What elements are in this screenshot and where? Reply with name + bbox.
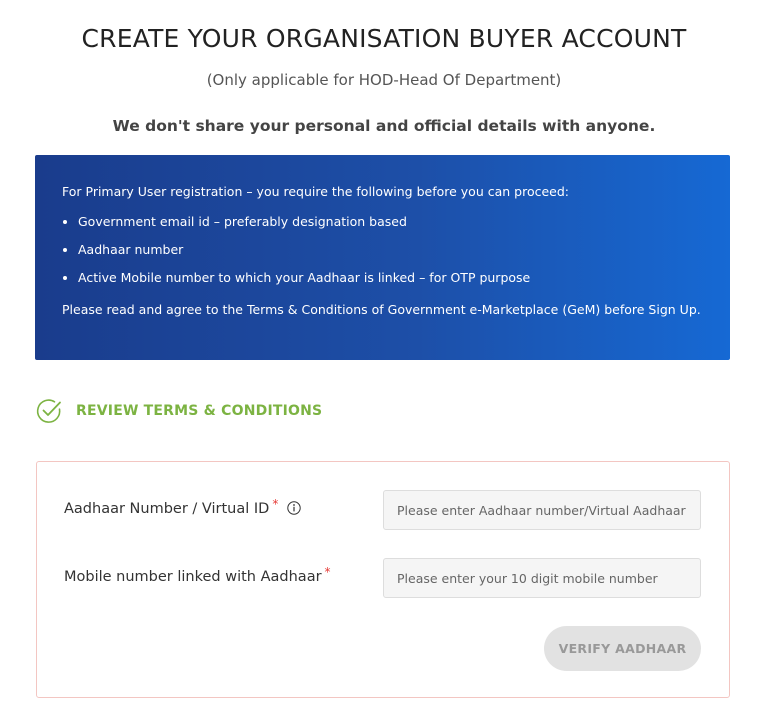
- required-asterisk: *: [324, 565, 331, 579]
- requirement-item: Aadhaar number: [78, 241, 730, 259]
- mobile-number-input[interactable]: [383, 558, 701, 598]
- requirements-list: Government email id – preferably designa…: [62, 213, 730, 287]
- page-subtitle: (Only applicable for HOD-Head Of Departm…: [206, 71, 562, 89]
- review-terms-link[interactable]: REVIEW TERMS & CONDITIONS: [35, 396, 322, 426]
- privacy-note: We don't share your personal and officia…: [112, 117, 656, 135]
- aadhaar-field-label: Aadhaar Number / Virtual ID *: [64, 497, 302, 517]
- aadhaar-number-input[interactable]: [383, 490, 701, 530]
- requirements-intro: For Primary User registration – you requ…: [62, 184, 569, 199]
- requirements-info-box: For Primary User registration – you requ…: [35, 155, 730, 360]
- terms-note: Please read and agree to the Terms & Con…: [62, 302, 701, 317]
- info-icon[interactable]: [287, 501, 302, 515]
- page-title: CREATE YOUR ORGANISATION BUYER ACCOUNT: [81, 24, 687, 53]
- page: CREATE YOUR ORGANISATION BUYER ACCOUNT (…: [0, 0, 768, 708]
- required-asterisk: *: [272, 497, 279, 511]
- requirement-item: Government email id – preferably designa…: [78, 213, 730, 231]
- mobile-field-label: Mobile number linked with Aadhaar *: [64, 565, 331, 585]
- requirement-item: Active Mobile number to which your Aadha…: [78, 269, 730, 287]
- mobile-label-text: Mobile number linked with Aadhaar: [64, 569, 322, 585]
- aadhaar-form-card: Aadhaar Number / Virtual ID* Mobile numb…: [36, 461, 730, 698]
- review-terms-label: REVIEW TERMS & CONDITIONS: [76, 403, 323, 419]
- aadhaar-label-text: Aadhaar Number / Virtual ID: [64, 501, 270, 517]
- check-circle-icon: [35, 397, 63, 425]
- verify-aadhaar-button[interactable]: VERIFY AADHAAR: [544, 626, 701, 671]
